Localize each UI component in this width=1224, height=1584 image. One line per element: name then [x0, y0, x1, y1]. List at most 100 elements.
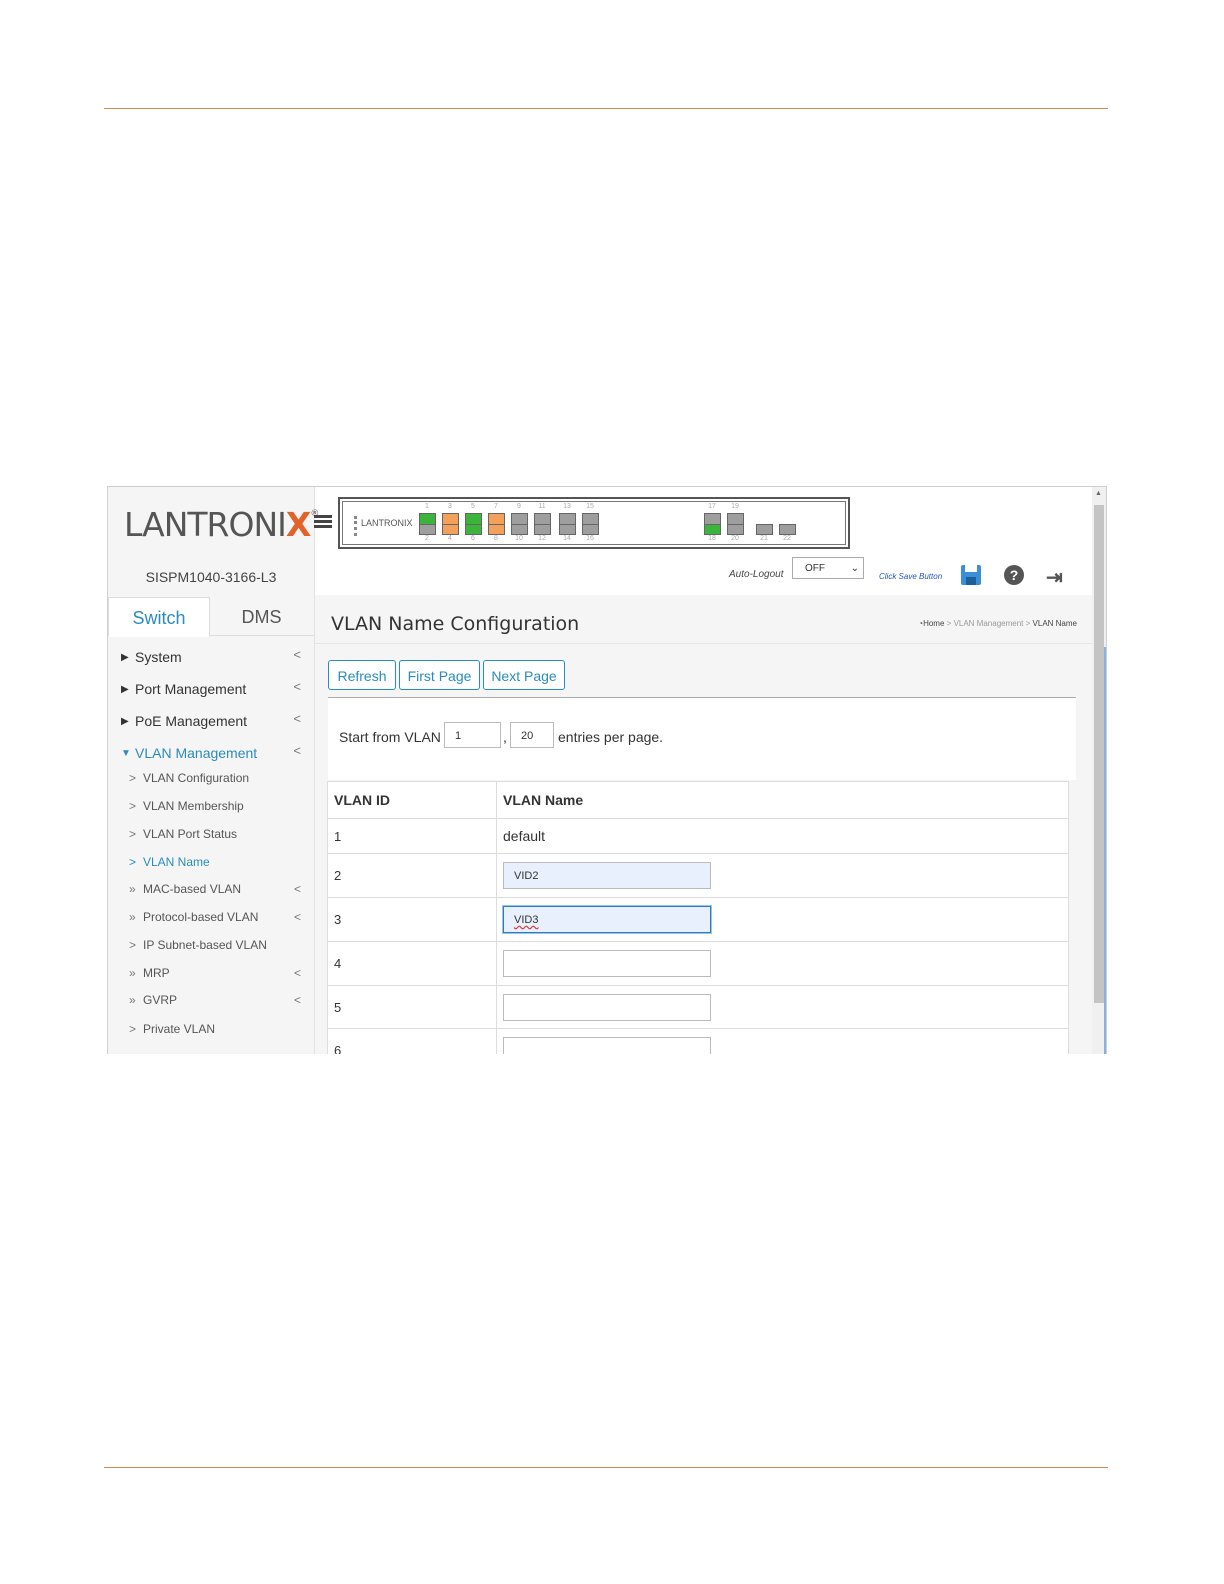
vlan-id-cell: 6: [327, 1028, 497, 1054]
main-content: VLAN Name Configuration ◔Home > VLAN Man…: [315, 595, 1092, 1054]
port-number-label: 22: [783, 535, 791, 542]
hamburger-menu-icon[interactable]: [314, 515, 332, 529]
vlan-name-cell: [496, 941, 1069, 986]
table-row: 2 VID2: [327, 853, 1069, 898]
scroll-up-icon[interactable]: ▲: [1095, 490, 1102, 497]
chevron-right-icon: >: [129, 827, 137, 841]
save-hint: Click Save Button: [879, 572, 943, 581]
logout-icon[interactable]: ⇥: [1046, 565, 1063, 590]
top-bar: Auto-Logout OFF ⌄ Click Save Button ? ⇥: [315, 553, 1092, 595]
port-number-label: 12: [538, 535, 546, 542]
tab-switch[interactable]: Switch: [108, 597, 210, 637]
refresh-button[interactable]: Refresh: [328, 660, 396, 690]
port-icon[interactable]: [704, 524, 721, 535]
double-chevron-right-icon: »: [129, 882, 136, 896]
vlan-name-cell: default: [496, 818, 1069, 854]
first-page-button[interactable]: First Page: [399, 660, 480, 690]
chevron-right-icon: >: [129, 1022, 137, 1036]
port-icon[interactable]: [727, 524, 744, 535]
caret-right-icon: ▶: [121, 716, 129, 727]
breadcrumb: ◔Home > VLAN Management > VLAN Name: [918, 619, 1077, 628]
sfp-port-icon[interactable]: [779, 524, 796, 535]
port-number-label: 5: [471, 503, 475, 510]
help-icon[interactable]: ?: [1004, 565, 1024, 585]
breadcrumb-section[interactable]: VLAN Management: [954, 619, 1024, 628]
device-panel-frame: LANTRONIX 1 2 3 4 5 6 7 8 9 10 11 12 13 14 15 16 17 18 19 2…: [342, 501, 846, 545]
port-number-label: 3: [448, 503, 452, 510]
chevron-left-icon: <: [293, 882, 301, 896]
vlan-name-input[interactable]: [503, 950, 711, 977]
port-icon[interactable]: [488, 524, 505, 535]
table-row: 5: [327, 985, 1069, 1029]
port-number-label: 2: [425, 535, 429, 542]
double-chevron-right-icon: »: [129, 910, 136, 924]
port-icon[interactable]: [511, 524, 528, 535]
port-icon[interactable]: [559, 524, 576, 535]
entries-per-page-input[interactable]: 20: [510, 722, 554, 748]
port-icon[interactable]: [582, 524, 599, 535]
port-number-label: 13: [563, 503, 571, 510]
next-page-button[interactable]: Next Page: [483, 660, 565, 690]
double-chevron-right-icon: »: [129, 966, 136, 980]
panel-logo: LANTRONIX: [361, 518, 413, 528]
vlan-name-input[interactable]: VID2: [503, 862, 711, 889]
caret-down-icon: ▼: [121, 748, 131, 759]
chevron-left-icon: <: [293, 711, 301, 726]
vlan-name-table: VLAN ID VLAN Name 1 default 2 VID2 3 VID…: [327, 781, 1069, 1054]
page-top-rule: [104, 108, 1108, 109]
port-number-label: 19: [731, 503, 739, 510]
auto-logout-select[interactable]: OFF ⌄: [792, 557, 864, 579]
vlan-id-cell: 3: [327, 897, 497, 942]
auto-logout-label: Auto-Logout: [729, 569, 784, 580]
scrollbar-thumb[interactable]: [1094, 505, 1104, 1003]
header-vlan-id: VLAN ID: [327, 781, 497, 819]
vlan-name-cell: [496, 1028, 1069, 1054]
port-number-label: 10: [515, 535, 523, 542]
port-number-label: 14: [563, 535, 571, 542]
panel-status-leds: [354, 516, 360, 536]
lantronix-logo: LANTRONIX®: [124, 505, 319, 544]
port-number-label: 18: [708, 535, 716, 542]
chevron-left-icon: <: [293, 647, 301, 662]
chevron-left-icon: <: [293, 743, 301, 758]
sidebar: LANTRONIX® SISPM1040-3166-L3 Switch DMS …: [108, 487, 319, 1054]
device-model: SISPM1040-3166-L3: [145, 569, 277, 585]
table-row: 6: [327, 1028, 1069, 1054]
start-from-label: Start from VLAN: [339, 729, 441, 745]
vlan-name-cell: VID3: [496, 897, 1069, 942]
double-chevron-right-icon: »: [129, 993, 136, 1007]
chevron-right-icon: >: [129, 771, 137, 785]
vlan-name-cell: [496, 985, 1069, 1029]
chevron-right-icon: >: [129, 855, 137, 869]
vlan-name-input[interactable]: [503, 1037, 711, 1054]
breadcrumb-home[interactable]: ◔Home: [918, 619, 944, 628]
port-number-label: 17: [708, 503, 716, 510]
sfp-port-icon[interactable]: [756, 524, 773, 535]
port-icon[interactable]: [534, 524, 551, 535]
port-number-label: 11: [538, 503, 546, 510]
vlan-name-input[interactable]: [503, 993, 711, 1021]
port-number-label: 7: [494, 503, 498, 510]
scroll-focus-edge: [1104, 647, 1106, 1054]
vlan-id-cell: 2: [327, 853, 497, 898]
port-icon[interactable]: [419, 524, 436, 535]
save-icon[interactable]: [961, 565, 981, 585]
scrollbar[interactable]: ▲: [1092, 487, 1106, 1054]
port-icon[interactable]: [442, 524, 459, 535]
web-ui-screenshot: LANTRONIX® SISPM1040-3166-L3 Switch DMS …: [107, 486, 1107, 1054]
port-number-label: 15: [586, 503, 594, 510]
port-number-label: 16: [586, 535, 594, 542]
header-vlan-name: VLAN Name: [496, 781, 1069, 819]
page-title: VLAN Name Configuration: [331, 613, 580, 635]
start-vlan-input[interactable]: 1: [444, 722, 501, 748]
chevron-down-icon: ⌄: [850, 563, 859, 574]
port-number-label: 20: [731, 535, 739, 542]
chevron-left-icon: <: [293, 679, 301, 694]
vlan-name-input[interactable]: VID3: [503, 906, 711, 933]
port-number-label: 4: [448, 535, 452, 542]
table-row: 1 default: [327, 818, 1069, 854]
port-number-label: 8: [494, 535, 498, 542]
table-row: 3 VID3: [327, 897, 1069, 942]
tab-dms[interactable]: DMS: [209, 597, 314, 635]
port-icon[interactable]: [465, 524, 482, 535]
